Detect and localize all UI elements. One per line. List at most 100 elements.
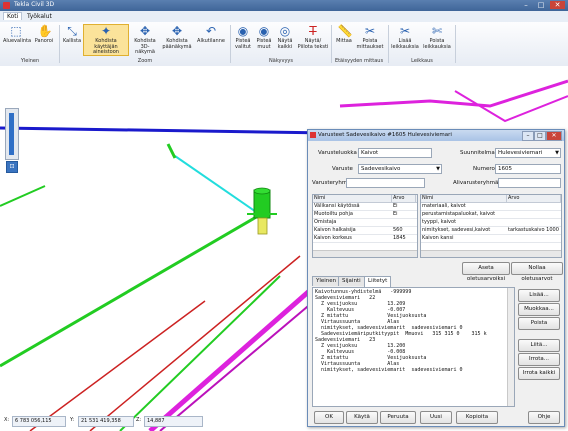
subgroup-field[interactable]	[498, 178, 561, 188]
z-coordinate: 14,887	[144, 416, 203, 427]
attach-button[interactable]: Liitä...	[518, 339, 560, 352]
add-button[interactable]: Lisää...	[518, 289, 560, 302]
vertical-scrollbar[interactable]	[507, 288, 514, 406]
set-defaults-button[interactable]: Aseta oletusarvoiksi	[462, 262, 510, 282]
detach-button[interactable]: Irrota...	[518, 353, 560, 366]
pan-button[interactable]: ✋ Panoroi	[32, 25, 56, 45]
tab-general[interactable]: Yleinen	[312, 276, 341, 286]
dialog-minimize-button[interactable]: –	[522, 131, 534, 141]
hide-others-button[interactable]: ◉ Pisteä muut	[254, 25, 274, 50]
delete-button[interactable]: Poista	[518, 317, 560, 330]
focus-user-data-button[interactable]: ✦ Kohdista käyttäjän aineistoon	[83, 24, 129, 56]
cancel-button[interactable]: Peruuta	[380, 411, 416, 424]
y-coordinate: 21 531 419,358	[78, 416, 134, 427]
scissors-icon: ✂	[399, 24, 411, 38]
focus-3d-button[interactable]: ✥ Kohdista 3D- näkymä	[130, 25, 160, 56]
table-header: Nimi Arvo	[421, 195, 561, 203]
number-field[interactable]: 1605	[495, 164, 561, 174]
zoom-slider[interactable]	[5, 108, 19, 160]
table-row[interactable]: perustamistapaluokat, kaivot	[421, 211, 561, 219]
column-header-name[interactable]: Nimi	[313, 195, 392, 202]
horizontal-scrollbar[interactable]	[421, 250, 561, 257]
tilt-label: Kallista	[62, 38, 82, 44]
tab-tools[interactable]: Työkalut	[27, 13, 52, 20]
add-cuts-button[interactable]: ✂ Lisää leikkauksia	[391, 25, 419, 50]
minimize-button[interactable]: –	[520, 1, 532, 9]
chevron-down-icon: ▼	[436, 166, 440, 172]
column-header-value[interactable]: Arvo	[507, 195, 561, 202]
table-row[interactable]: Kaivon korkeus 1845	[313, 235, 417, 243]
classification-table[interactable]: Nimi Arvo materiaali, kaivot perustamist…	[420, 194, 562, 258]
type-select[interactable]: Sadevesikaivo ▼	[358, 164, 442, 174]
green-pipe-left	[0, 185, 46, 207]
dialog-title-bar: Varusteet Sadevesikaivo #1605 Hulevesivi…	[308, 130, 564, 141]
table-row[interactable]: Omistaja	[313, 219, 417, 227]
table-header: Nimi Arvo	[313, 195, 417, 203]
column-header-value[interactable]: Arvo	[392, 195, 416, 202]
apply-button[interactable]: Käytä	[346, 411, 378, 424]
tab-attached[interactable]: Liitetyt	[364, 276, 392, 287]
equipment-dialog: Varusteet Sadevesikaivo #1605 Hulevesivi…	[307, 129, 565, 427]
ok-button[interactable]: OK	[314, 411, 344, 424]
app-icon	[3, 2, 10, 9]
column-header-name[interactable]: Nimi	[421, 195, 507, 202]
area-select-label: Aluevalinta	[3, 38, 32, 44]
copy-button[interactable]: Kopioita	[456, 411, 498, 424]
toggle-text-button[interactable]: T̶ Näytä/ Piilota teksti	[297, 25, 329, 50]
table-row[interactable]: materiaali, kaivot	[421, 203, 561, 211]
green-post	[166, 143, 177, 159]
focus-main-label-2: päänäkymä	[162, 43, 192, 50]
attributes-table[interactable]: Nimi Arvo Välikansi käytössä Ei Muotoiltu…	[312, 194, 418, 258]
maximize-button[interactable]: □	[535, 1, 547, 9]
manhole-bottom	[257, 217, 268, 235]
green-line	[119, 275, 281, 431]
table-row[interactable]: Kaivon kansi	[421, 235, 561, 243]
select-icon: ⬚	[10, 24, 22, 38]
class-field[interactable]: Kaivot	[358, 148, 432, 158]
ribbon: ⬚ Aluevalinta ✋ Panoroi Yleinen ⤡ Kallis…	[0, 22, 568, 67]
tab-location[interactable]: Sijainti	[338, 276, 365, 286]
tilt-button[interactable]: ⤡ Kallista	[62, 25, 82, 45]
blue-alignment-line	[0, 126, 331, 135]
z-label: Z:	[136, 417, 142, 423]
zoom-reset-icon[interactable]: ⊡	[6, 161, 18, 173]
area-select-button[interactable]: ⬚ Aluevalinta	[3, 24, 32, 45]
hide-selected-button[interactable]: ◉ Pisteä valitut	[233, 25, 253, 50]
tab-home[interactable]: Koti	[3, 12, 23, 20]
x-coordinate: 6 783 056,115	[12, 416, 66, 427]
add-cuts-label-2: leikkauksia	[391, 43, 419, 50]
plan-select[interactable]: Hulevesiviemari ▼	[495, 148, 561, 158]
table-row[interactable]: Välikansi käytössä Ei	[313, 203, 417, 211]
initial-label: Alkutilanne	[197, 38, 225, 44]
cell: Omistaja	[314, 219, 337, 225]
eye-icon: ◎	[279, 24, 291, 38]
remove-measures-button[interactable]: ✂ Poista mittaukset	[356, 25, 384, 50]
dialog-icon	[310, 132, 316, 138]
table-row[interactable]: nimitykset, sadevesi,kaivot tarkastuskaiv…	[421, 227, 561, 235]
hide-others-label-2: muut	[257, 43, 271, 50]
table-row[interactable]: tyyppi, kaivot	[421, 219, 561, 227]
attached-info-text[interactable]: Kaivotunnus-yhdistelmä -999999 Sadevesiv…	[312, 287, 515, 407]
group-label-zoom: Zoom	[137, 58, 153, 64]
table-row[interactable]: Kaivon halkaisija 560	[313, 227, 417, 235]
remove-cuts-button[interactable]: ✄ Poista leikkauksia	[421, 25, 453, 50]
group-field[interactable]	[346, 178, 425, 188]
edit-button[interactable]: Muokkaa...	[518, 303, 560, 316]
x-label: X:	[4, 417, 10, 423]
group-label-distance: Etäisyyden mittaus	[334, 58, 384, 64]
dialog-maximize-button[interactable]: □	[534, 131, 546, 141]
new-button[interactable]: Uusi	[420, 411, 452, 424]
tilt-icon: ⤡	[67, 24, 77, 38]
measure-button[interactable]: 📏 Mittaa	[334, 25, 354, 45]
initial-state-button[interactable]: ↶ Alkutilanne	[194, 25, 228, 45]
reset-defaults-button[interactable]: Nollaa oletusarvot	[511, 262, 563, 282]
help-button[interactable]: Ohje	[528, 411, 560, 424]
detach-all-button[interactable]: Irrota kaikki	[518, 367, 560, 380]
dialog-close-button[interactable]: ✕	[546, 131, 562, 141]
focus-main-button[interactable]: ✥ Kohdista päänäkymä	[162, 25, 192, 50]
table-row[interactable]: Muotoiltu pohja Ei	[313, 211, 417, 219]
horizontal-scrollbar[interactable]	[313, 250, 417, 257]
show-all-button[interactable]: ◎ Näytä kaikki	[275, 25, 295, 50]
attached-text-content: Kaivotunnus-yhdistelmä -999999 Sadevesiv…	[315, 289, 487, 373]
close-button[interactable]: ✕	[550, 1, 565, 9]
